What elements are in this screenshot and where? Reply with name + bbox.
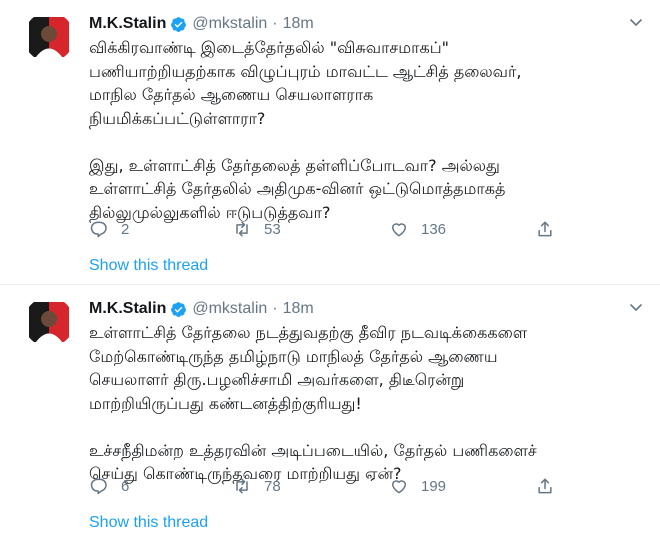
timestamp[interactable]: 18m [283,300,314,318]
separator-dot: · [272,15,278,32]
author-handle[interactable]: @mkstalin [192,15,267,33]
tweet-actions: 6 78 199 [89,475,569,497]
share-button[interactable] [535,218,567,240]
author-handle[interactable]: @mkstalin [192,300,267,318]
tweet[interactable]: M.K.Stalin @mkstalin · 18m விக்கிரவாண்டி… [0,0,660,285]
share-icon [538,221,552,237]
tweet-actions: 2 53 136 [89,218,569,240]
chevron-down-icon[interactable] [628,14,644,30]
reply-count: 2 [121,220,130,238]
chevron-down-icon[interactable] [628,299,644,315]
show-thread-link[interactable]: Show this thread [89,514,208,532]
reply-count: 6 [121,477,130,495]
like-count: 136 [421,220,447,238]
reply-button[interactable]: 6 [89,475,129,497]
like-button[interactable]: 199 [389,475,446,497]
tweet[interactable]: M.K.Stalin @mkstalin · 18m உள்ளாட்சித் த… [0,285,660,542]
retweet-count: 78 [264,477,281,495]
author-name[interactable]: M.K.Stalin [89,15,166,33]
retweet-icon [236,221,248,237]
heart-icon [392,480,406,494]
retweet-button[interactable]: 78 [232,475,281,497]
like-button[interactable]: 136 [389,218,446,240]
author-name[interactable]: M.K.Stalin [89,300,166,318]
avatar[interactable] [24,297,74,347]
reply-icon [90,478,107,495]
like-count: 199 [421,477,447,495]
retweet-button[interactable]: 53 [232,218,281,240]
verified-badge-icon [171,301,187,317]
avatar[interactable] [24,12,74,62]
heart-icon [392,223,406,237]
share-button[interactable] [535,475,567,497]
verified-badge-icon [171,16,187,32]
retweet-count: 53 [264,220,281,238]
show-thread-link[interactable]: Show this thread [89,257,208,275]
retweet-icon [236,478,248,494]
separator-dot: · [272,300,278,317]
share-icon [538,478,552,494]
reply-button[interactable]: 2 [89,218,129,240]
tweet-text: உள்ளாட்சித் தேர்தலை நடத்துவதற்கு தீவிர ந… [89,323,537,483]
timestamp[interactable]: 18m [283,15,314,33]
reply-icon [90,221,107,238]
tweet-text: விக்கிரவாண்டி இடைத்தேர்தலில் "விசுவாசமாக… [89,38,522,222]
